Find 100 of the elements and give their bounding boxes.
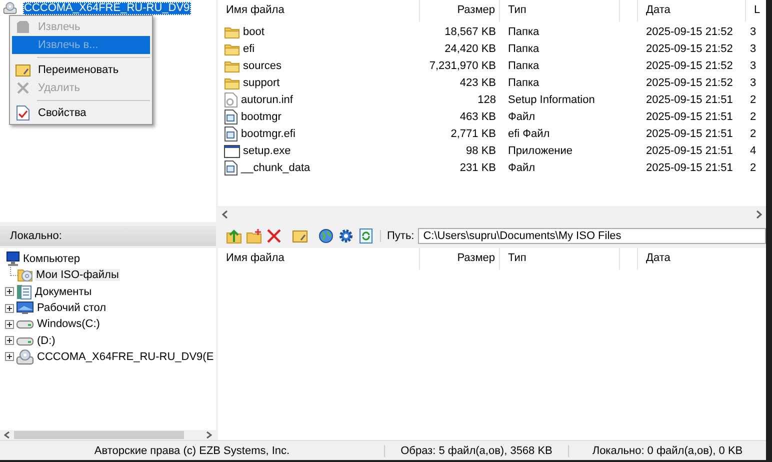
file-size: 2,771 KB: [450, 128, 497, 140]
file-name[interactable]: boot: [243, 26, 264, 38]
copyright-text: Авторские права (c) EZB Systems, Inc.: [0, 444, 385, 456]
globe-icon[interactable]: [318, 228, 334, 244]
scroll-right-icon[interactable]: [206, 431, 212, 439]
file-name[interactable]: setup.exe: [243, 144, 291, 156]
file-name[interactable]: efi: [243, 42, 255, 54]
rename-icon: [15, 63, 31, 77]
file-size: 24,420 KB: [444, 42, 497, 54]
file-size: 18,567 KB: [444, 26, 497, 38]
file-name[interactable]: support: [243, 76, 280, 88]
scroll-left-icon[interactable]: [222, 210, 228, 218]
expand-icon[interactable]: [5, 336, 14, 346]
table-cell-text: 3: [749, 60, 758, 72]
file-date: 2025-09-15 21:51: [645, 162, 734, 174]
tree-item[interactable]: Windows(C:): [36, 318, 101, 330]
scroll-left-icon[interactable]: [4, 431, 10, 439]
file-type: Папка: [507, 26, 540, 38]
tree-item[interactable]: Документы: [34, 286, 93, 298]
documents-icon: [16, 284, 32, 300]
file-date: 2025-09-15 21:51: [645, 128, 734, 140]
file-name[interactable]: autorun.inf: [241, 94, 293, 106]
file-date: 2025-09-15 21:52: [645, 76, 734, 88]
file-type: Файл: [507, 162, 536, 174]
rename-icon[interactable]: [292, 228, 308, 244]
disc-drive-icon: [16, 348, 34, 365]
checked-document-icon: [16, 105, 30, 121]
system-file-icon: [224, 160, 238, 176]
file-name[interactable]: sources: [243, 60, 282, 72]
file-name[interactable]: bootmgr: [241, 110, 282, 122]
column-header[interactable]: Размер: [420, 248, 500, 270]
scroll-right-icon[interactable]: [756, 210, 762, 218]
file-type: Папка: [507, 76, 540, 88]
gear-file-icon: [224, 92, 238, 108]
expand-icon[interactable]: [5, 287, 14, 296]
file-size: 128: [476, 94, 497, 106]
refresh-icon[interactable]: [358, 228, 374, 244]
path-field[interactable]: C:\Users\supru\Documents\My ISO Files: [418, 228, 766, 244]
table-cell-text: 2: [749, 128, 758, 140]
folder-icon: [224, 76, 240, 90]
file-type: Папка: [507, 42, 540, 54]
folder-up-icon[interactable]: [226, 228, 242, 244]
delete-icon[interactable]: [266, 228, 282, 244]
table-cell-text: 3: [749, 76, 758, 88]
table-cell-text: 2: [749, 94, 758, 106]
local-summary: Локально: 0 файл(а,ов), 0 KB: [591, 444, 744, 456]
tree-item[interactable]: CCCOMA_X64FRE_RU-RU_DV9: [23, 2, 191, 14]
column-header[interactable]: Дата: [638, 248, 766, 270]
expand-icon[interactable]: [5, 304, 14, 313]
folder-icon: [224, 58, 240, 72]
column-header[interactable]: Дата: [638, 0, 746, 22]
table-cell-text: 3: [749, 26, 758, 38]
column-header[interactable]: Тип: [500, 248, 620, 270]
column-header[interactable]: Размер: [420, 0, 500, 22]
column-header[interactable]: L: [746, 0, 766, 22]
file-size: 423 KB: [458, 76, 497, 88]
close-icon: [16, 81, 30, 95]
tree-item[interactable]: Компьютер: [22, 253, 81, 266]
tree-item[interactable]: (D:): [36, 334, 56, 347]
file-type: efi Файл: [507, 128, 551, 140]
computer-icon: [4, 251, 20, 268]
table-cell-text: 4: [749, 144, 758, 156]
table-cell-text: 3: [749, 42, 758, 54]
drive-icon: [16, 318, 34, 330]
file-date: 2025-09-15 21:52: [645, 42, 734, 54]
menu-item[interactable]: Переименовать: [12, 61, 150, 79]
folder-icon: [224, 24, 240, 38]
column-header[interactable]: Имя файла: [218, 248, 420, 270]
file-date: 2025-09-15 21:51: [645, 94, 734, 106]
image-summary: Образ: 5 файл(а,ов), 3568 KB: [385, 444, 569, 456]
new-folder-icon[interactable]: [246, 228, 262, 244]
menu-item[interactable]: Свойства: [12, 104, 150, 122]
file-size: 98 KB: [465, 144, 497, 156]
file-date: 2025-09-15 21:51: [645, 144, 734, 156]
expand-icon[interactable]: [5, 320, 14, 329]
file-size: 7,231,970 KB: [428, 60, 497, 72]
file-size: 231 KB: [458, 162, 497, 174]
table-cell-text: 2: [749, 110, 758, 122]
file-name[interactable]: __chunk_data: [241, 162, 310, 174]
file-name[interactable]: bootmgr.efi: [241, 128, 296, 140]
expand-icon[interactable]: [5, 352, 14, 362]
folder-icon: [224, 42, 240, 56]
tree-item[interactable]: Мои ISO-файлы: [35, 269, 120, 282]
tree-item[interactable]: Рабочий стол: [36, 302, 108, 314]
system-file-icon: [224, 108, 238, 124]
horizontal-scrollbar[interactable]: [0, 430, 216, 440]
path-label: Путь:: [380, 230, 414, 242]
panel-title: Локально:: [0, 226, 216, 246]
tree-item[interactable]: CCCOMA_X64FRE_RU-RU_DV9(E: [36, 350, 215, 363]
monitor-icon: [16, 301, 34, 316]
column-header[interactable]: Тип: [500, 0, 620, 22]
file-date: 2025-09-15 21:52: [645, 60, 734, 72]
file-date: 2025-09-15 21:52: [645, 26, 734, 38]
settings-icon[interactable]: [338, 228, 354, 244]
file-size: 463 KB: [458, 110, 497, 122]
horizontal-scrollbar[interactable]: [218, 206, 766, 222]
app-window-icon: [224, 144, 240, 158]
column-header[interactable]: Имя файла: [218, 0, 420, 22]
table-cell-text: 2: [749, 162, 758, 174]
system-file-icon: [224, 126, 238, 142]
